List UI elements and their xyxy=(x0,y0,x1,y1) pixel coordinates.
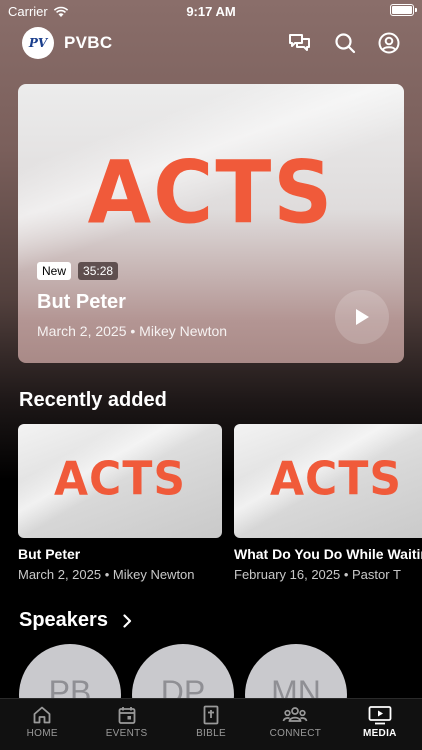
tab-label: CONNECT xyxy=(269,728,322,739)
app-header: PV PVBC xyxy=(22,26,400,60)
sermon-card[interactable]: ACTS But Peter March 2, 2025 • Mikey New… xyxy=(18,424,222,582)
hero-badges: New 35:28 xyxy=(37,262,119,280)
recently-added-list: ACTS But Peter March 2, 2025 • Mikey New… xyxy=(18,424,422,582)
sermon-title: What Do You Do While Waiting xyxy=(234,546,422,562)
tab-media[interactable]: MEDIA xyxy=(338,699,422,750)
sermon-meta: March 2, 2025 • Mikey Newton xyxy=(18,567,195,582)
hero-title: But Peter xyxy=(37,291,126,313)
search-icon[interactable] xyxy=(334,32,356,54)
play-icon xyxy=(356,309,369,325)
speakers-heading: Speakers xyxy=(19,609,108,631)
sermon-card[interactable]: ACTS What Do You Do While Waiting Februa… xyxy=(234,424,422,582)
tab-label: MEDIA xyxy=(362,728,397,739)
media-icon xyxy=(368,706,392,725)
speakers-header[interactable]: Speakers xyxy=(19,609,132,632)
battery-icon xyxy=(390,4,417,16)
status-bar: Carrier 9:17 AM xyxy=(0,0,422,22)
sermon-thumbnail: ACTS xyxy=(18,424,222,538)
home-icon xyxy=(33,706,51,724)
church-logo[interactable]: PV xyxy=(22,27,54,59)
chat-icon[interactable] xyxy=(288,32,312,54)
calendar-icon xyxy=(118,707,136,724)
account-icon[interactable] xyxy=(378,32,400,54)
sermon-title: But Peter xyxy=(18,546,81,562)
tab-home[interactable]: HOME xyxy=(0,699,84,750)
duration-badge: 35:28 xyxy=(78,262,119,280)
tab-label: BIBLE xyxy=(196,728,226,739)
recently-added-heading: Recently added xyxy=(19,389,167,411)
tab-connect[interactable]: CONNECT xyxy=(253,699,337,750)
thumbnail-artwork-title: ACTS xyxy=(269,452,403,507)
tab-events[interactable]: EVENTS xyxy=(84,699,168,750)
tab-label: HOME xyxy=(26,728,58,739)
clock: 9:17 AM xyxy=(186,4,236,19)
brand-name: PVBC xyxy=(64,33,113,52)
sermon-thumbnail: ACTS xyxy=(234,424,422,538)
hero-artwork-title: ACTS xyxy=(87,143,335,244)
featured-sermon-card[interactable]: ACTS New 35:28 But Peter March 2, 2025 •… xyxy=(18,84,404,363)
tab-bible[interactable]: BIBLE xyxy=(169,699,253,750)
sermon-meta: February 16, 2025 • Pastor T xyxy=(234,567,401,582)
tab-label: EVENTS xyxy=(105,728,148,739)
thumbnail-artwork-title: ACTS xyxy=(53,452,187,507)
hero-meta: March 2, 2025 • Mikey Newton xyxy=(37,323,228,339)
play-button[interactable] xyxy=(335,290,389,344)
chevron-right-icon xyxy=(123,613,132,628)
new-badge: New xyxy=(37,262,72,280)
bottom-tab-bar: HOME EVENTS BIBLE CONNECT MEDIA xyxy=(0,698,422,750)
bible-icon xyxy=(203,705,219,725)
people-icon xyxy=(283,707,308,722)
header-actions xyxy=(288,32,400,54)
